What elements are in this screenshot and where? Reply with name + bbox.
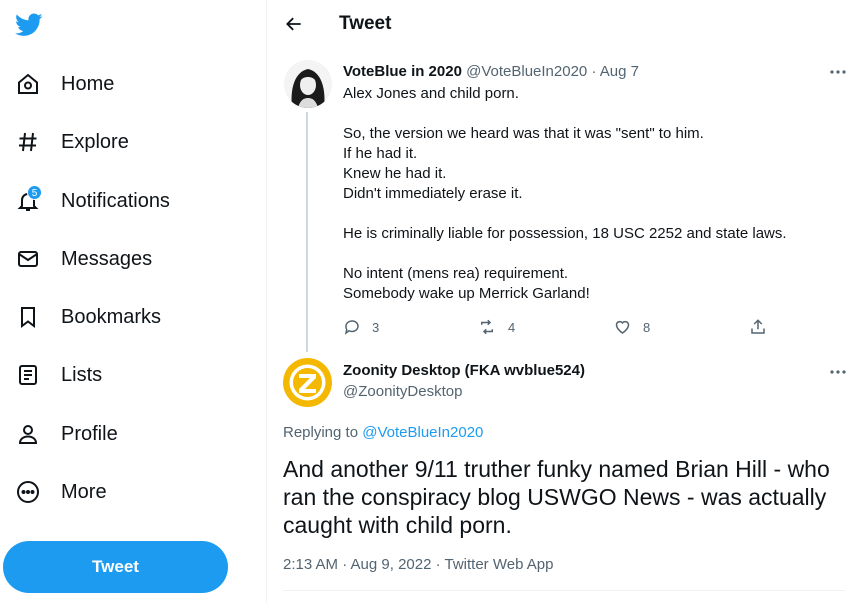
bookmark-icon xyxy=(12,301,44,333)
share-button[interactable] xyxy=(749,316,767,338)
nav-home[interactable]: Home xyxy=(12,62,130,106)
tweet-line: Alex Jones and child porn. xyxy=(343,85,519,102)
like-button[interactable]: 8 xyxy=(613,316,650,338)
author-handle[interactable]: @VoteBlueIn2020 xyxy=(466,63,587,80)
nav-notifications[interactable]: 5 Notifications xyxy=(12,179,186,223)
tweet-text: Alex Jones and child porn. So, the versi… xyxy=(343,84,843,304)
tweet-text: And another 9/11 truther funky named Bri… xyxy=(283,456,830,538)
back-arrow-icon[interactable] xyxy=(282,12,306,36)
sidebar: Home Explore 5 Notifications Messages Bo… xyxy=(0,0,267,603)
nav-messages[interactable]: Messages xyxy=(12,237,168,281)
nav-explore[interactable]: Explore xyxy=(12,120,145,164)
reply-count: 3 xyxy=(372,319,380,335)
nav-label-home: Home xyxy=(61,72,115,95)
tweet-line: He is criminally liable for possession, … xyxy=(343,225,787,242)
tweet-line xyxy=(343,244,843,264)
heart-icon xyxy=(615,320,630,334)
nav-label-lists: Lists xyxy=(61,363,103,386)
author-name[interactable]: VoteBlue in 2020 xyxy=(343,63,462,80)
nav-more[interactable]: More xyxy=(12,470,123,514)
author-handle[interactable]: @ZoonityDesktop xyxy=(343,383,462,400)
nav-label-messages: Messages xyxy=(61,247,153,270)
tweet-line: Didn't immediately erase it. xyxy=(343,185,523,202)
tweet-line: So, the version we heard was that it was… xyxy=(343,125,704,142)
envelope-icon xyxy=(12,243,44,275)
person-icon xyxy=(12,418,44,450)
twitter-logo-icon[interactable] xyxy=(12,8,46,42)
tweet-timestamp[interactable]: 2:13 AM · Aug 9, 2022 · Twitter Web App xyxy=(283,556,553,573)
tweet-header: VoteBlue in 2020 @VoteBlueIn2020 · Aug 7 xyxy=(343,63,639,80)
retweet-icon xyxy=(481,319,493,335)
separator-dot: · xyxy=(591,63,597,80)
more-options-icon[interactable] xyxy=(828,64,848,80)
avatar[interactable] xyxy=(284,60,332,108)
tweet-line: If he had it. xyxy=(343,145,418,162)
more-options-icon[interactable] xyxy=(828,364,848,380)
tweet-line xyxy=(343,104,843,124)
more-circle-icon xyxy=(12,476,44,508)
tweet-actions: 3 4 8 xyxy=(343,316,783,338)
tweet-line xyxy=(343,204,843,224)
nav-label-bookmarks: Bookmarks xyxy=(61,305,162,328)
nav-profile[interactable]: Profile xyxy=(12,412,134,456)
like-count: 8 xyxy=(643,319,651,335)
tweet-line: No intent (mens rea) requirement. xyxy=(343,265,569,282)
list-icon xyxy=(12,359,44,391)
reply-button[interactable]: 3 xyxy=(343,316,379,338)
thread-connector-line xyxy=(306,112,308,352)
replying-to-label: Replying to xyxy=(283,424,359,441)
bell-icon: 5 xyxy=(12,185,44,217)
home-icon xyxy=(12,68,44,100)
nav-label-more: More xyxy=(61,480,107,503)
tweet-line: Somebody wake up Merrick Garland! xyxy=(343,285,590,302)
nav-label-explore: Explore xyxy=(61,130,129,153)
tweet-date[interactable]: Aug 7 xyxy=(600,63,639,80)
share-icon xyxy=(751,319,765,334)
tweet-detail-column: Tweet VoteBlue in 2020 @VoteBlueIn2020 ·… xyxy=(268,0,860,603)
author-name[interactable]: Zoonity Desktop (FKA wvblue524) xyxy=(343,362,585,379)
page-title: Tweet xyxy=(339,13,392,34)
nav-lists[interactable]: Lists xyxy=(12,353,118,397)
tweet-button[interactable]: Tweet xyxy=(3,541,228,593)
retweet-count: 4 xyxy=(508,319,516,335)
replying-to: Replying to @VoteBlueIn2020 xyxy=(283,424,483,441)
nav-label-profile: Profile xyxy=(61,422,118,445)
nav-bookmarks[interactable]: Bookmarks xyxy=(12,295,177,339)
notification-count-badge: 5 xyxy=(27,185,42,200)
divider xyxy=(283,590,845,591)
replying-to-handle-link[interactable]: @VoteBlueIn2020 xyxy=(362,424,483,441)
hashtag-icon xyxy=(12,126,44,158)
retweet-button[interactable]: 4 xyxy=(477,316,515,338)
nav-label-notifications: Notifications xyxy=(61,189,170,212)
page-header: Tweet xyxy=(268,0,860,50)
tweet-line: Knew he had it. xyxy=(343,165,447,182)
avatar[interactable] xyxy=(283,358,332,407)
reply-icon xyxy=(344,320,359,335)
